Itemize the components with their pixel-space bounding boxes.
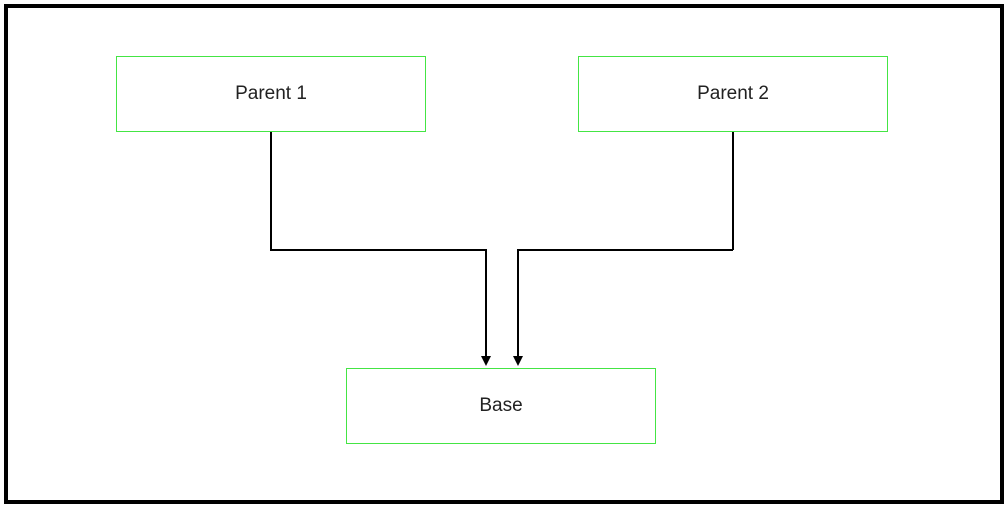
- connector-p1-v2: [485, 249, 487, 358]
- connector-p2-v2: [517, 249, 519, 358]
- node-parent-1-label: Parent 1: [235, 83, 307, 105]
- connector-p1-v1: [270, 132, 272, 250]
- node-parent-2-label: Parent 2: [697, 83, 769, 105]
- node-parent-2: Parent 2: [578, 56, 888, 132]
- connector-p2-v1: [732, 132, 734, 250]
- connector-p1-h: [270, 249, 486, 251]
- node-base-label: Base: [479, 395, 522, 417]
- node-base: Base: [346, 368, 656, 444]
- node-parent-1: Parent 1: [116, 56, 426, 132]
- connector-p2-h: [517, 249, 733, 251]
- arrowhead-p1: [481, 356, 491, 366]
- diagram-frame: Parent 1 Parent 2 Base: [4, 4, 1004, 504]
- arrowhead-p2: [513, 356, 523, 366]
